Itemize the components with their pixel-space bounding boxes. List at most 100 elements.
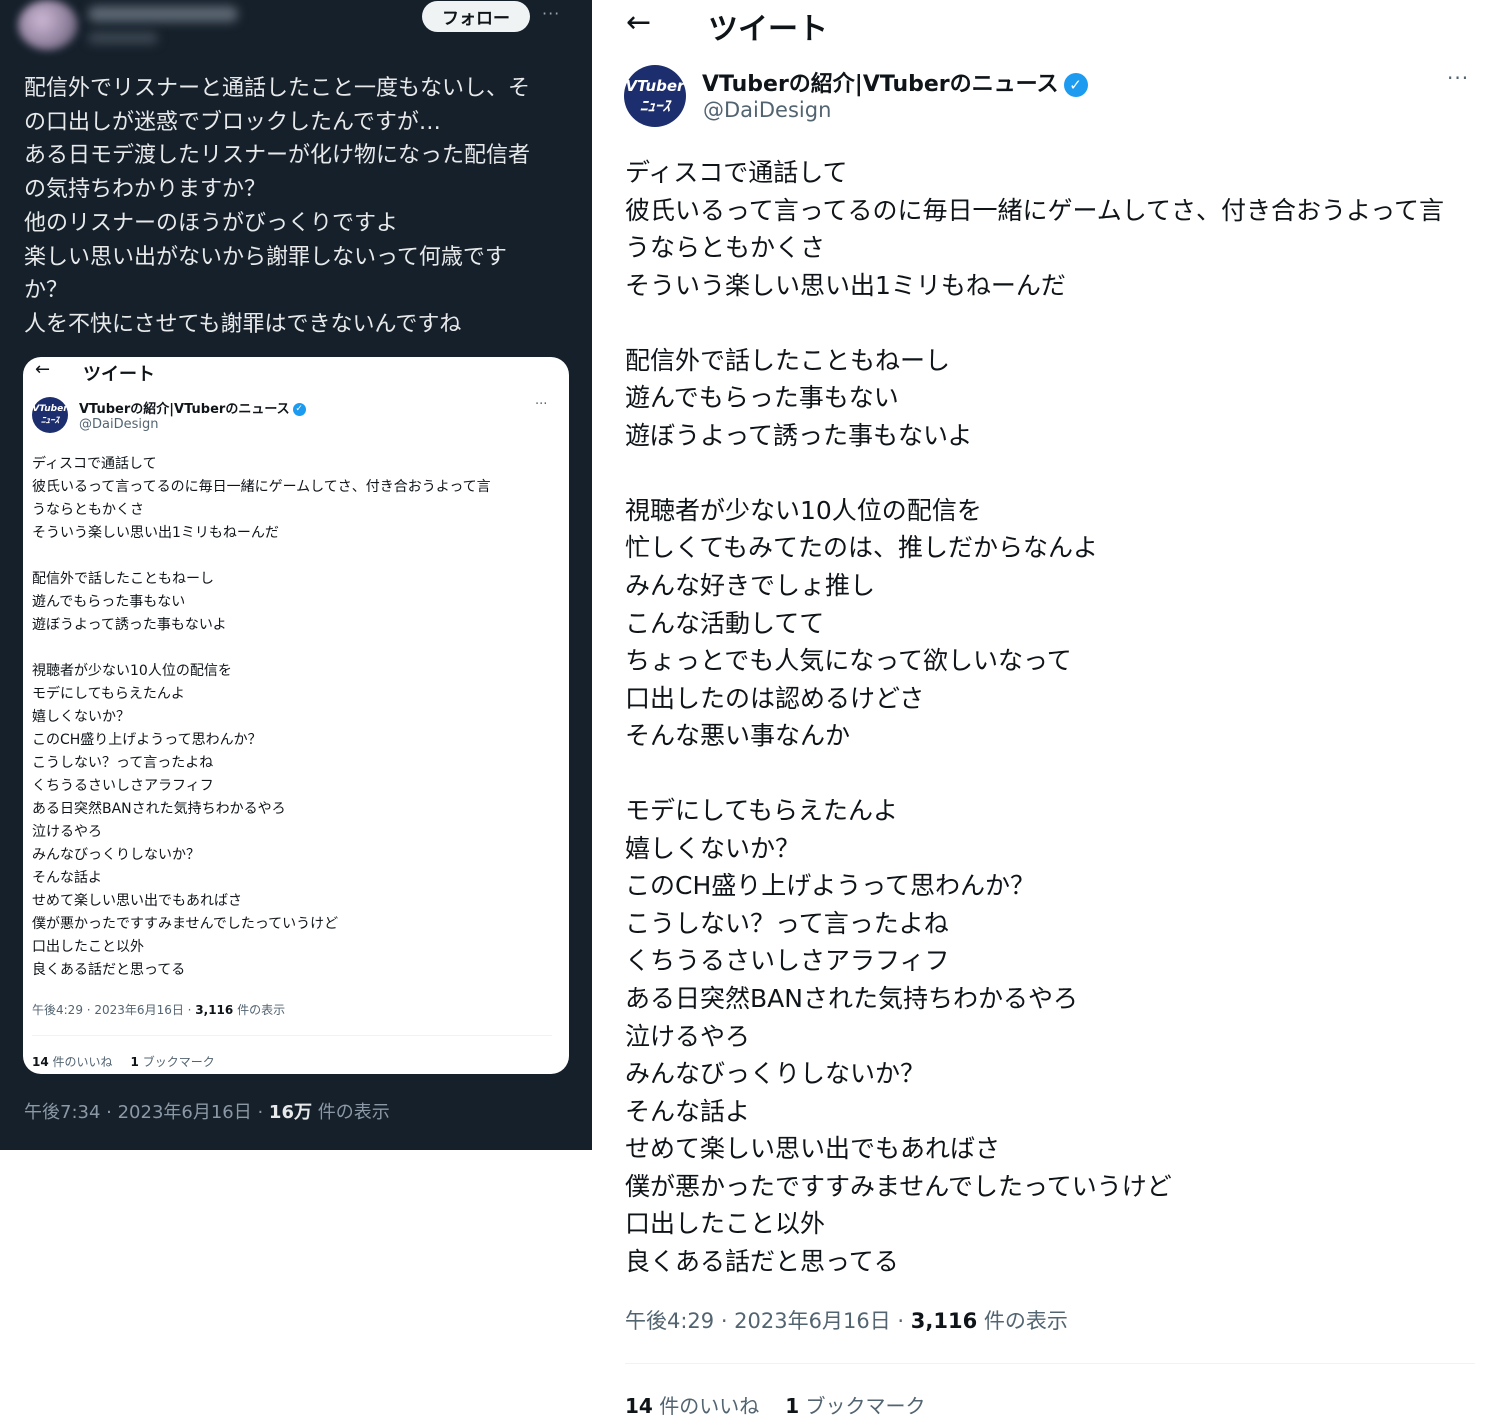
- tweet-line: 遊ぼうよって誘った事もないよ: [625, 420, 973, 450]
- likes-link[interactable]: 14 件のいいね: [625, 1394, 759, 1418]
- tweet-line: そういう楽しい思い出1ミリもねーんだ: [32, 525, 279, 541]
- timestamp-text: 午後7:34 · 2023年6月16日 ·: [24, 1102, 269, 1123]
- tweet-text-line: の口出しが迷惑でブロックしたんですが…: [24, 109, 441, 135]
- tweet-text-line: 配信外でリスナーと通話したこと一度もないし、そ: [24, 76, 531, 101]
- tweet-text-line: の気持ちわかりますか？: [24, 177, 267, 203]
- tweet-line: ある日突然BANされた気持ちわかるやろ: [32, 801, 286, 817]
- tweet-line: 良くある話だと思ってる: [625, 1246, 899, 1276]
- tweet-line: [32, 545, 562, 568]
- tweet-line: 彼氏いるって言ってるのに毎日一緒にゲームしてさ、付き合おうよって言: [625, 195, 1445, 225]
- bookmarks-label: ブックマーク: [799, 1394, 926, 1418]
- likes-label: 件のいいね: [48, 1055, 113, 1069]
- bookmarks-link[interactable]: 1 ブックマーク: [785, 1394, 925, 1418]
- tweet-timestamp: 午後4:29 · 2023年6月16日 · 3,116 件の表示: [32, 1001, 285, 1018]
- timestamp-text: 午後4:29 · 2023年6月16日 ·: [32, 1003, 196, 1017]
- blurred-avatar[interactable]: [18, 0, 78, 50]
- follow-button[interactable]: フォロー: [422, 1, 530, 32]
- back-arrow-icon: ←: [35, 359, 51, 380]
- tweet-line: 泣けるやろ: [32, 824, 102, 840]
- view-count-label: 件の表示: [233, 1003, 286, 1017]
- tweet-line: ディスコで通話して: [625, 158, 848, 187]
- view-count: 16万: [268, 1102, 312, 1123]
- tweet-line: くちうるさいしさアラフィフ: [32, 778, 214, 794]
- tweet-line: こんな活動してて: [625, 608, 825, 638]
- tweet-line: ある日突然BANされた気持ちわかるやろ: [625, 984, 1078, 1014]
- likes-label: 件のいいね: [652, 1394, 760, 1418]
- tweet-line: 遊ぼうよって誘った事もないよ: [32, 617, 227, 633]
- tweet-line: [625, 454, 1485, 492]
- embedded-tweet-body: ディスコで通話して 彼氏いるって言ってるのに毎日一緒にゲームしてさ、付き合おうよ…: [32, 453, 562, 982]
- tweet-line: 遊んでもらった事もない: [625, 383, 899, 413]
- blurred-display-name: [88, 6, 238, 22]
- more-options-icon[interactable]: ···: [1447, 66, 1469, 90]
- bookmarks-count: 1: [785, 1394, 800, 1418]
- likes-count: 14: [625, 1394, 653, 1418]
- engagement-stats: 14 件のいいね 1 ブックマーク: [32, 1053, 215, 1070]
- tweet-line: くちうるさいしさアラフィフ: [625, 946, 950, 976]
- tweet-line: 配信外で話したこともねーし: [32, 571, 214, 587]
- tweet-line: うならともかくさ: [625, 233, 826, 263]
- tweet-text-line: 他のリスナーのほうがびっくりですよ: [24, 210, 399, 236]
- verified-badge-icon: ✓: [1063, 73, 1088, 97]
- back-arrow-icon[interactable]: ←: [626, 5, 651, 40]
- tweet-line: 忙しくてもみてたのは、推しだからなんよ: [625, 533, 1099, 563]
- avatar-logo-text: ﾆｭｰｽ: [40, 416, 59, 426]
- view-count: 3,116: [910, 1309, 978, 1333]
- tweet-line: 口出したこと以外: [625, 1209, 826, 1239]
- display-name: VTuberの紹介|VTuberのニュース ✓: [79, 398, 306, 417]
- tweet-line: みんなびっくりしないか？: [32, 847, 200, 863]
- tweet-timestamp[interactable]: 午後4:29 · 2023年6月16日 · 3,116 件の表示: [625, 1305, 1068, 1335]
- display-name-text: VTuberの紹介|VTuberのニュース: [79, 402, 290, 417]
- display-name-text: VTuberの紹介|VTuberのニュース: [702, 72, 1059, 97]
- view-count-label: 件の表示: [977, 1309, 1068, 1333]
- tweet-line: こうしない？って言ったよね: [625, 908, 949, 938]
- avatar-logo-text: VTuber: [32, 404, 68, 414]
- view-count: 3,116: [195, 1003, 234, 1017]
- tweet-line: モデにしてもらえたんよ: [32, 686, 185, 702]
- tweet-line: 口出したこと以外: [32, 939, 144, 955]
- tweet-line: 配信外で話したこともねーし: [625, 345, 951, 375]
- tweet-line: そんな悪い事なんか: [625, 721, 851, 751]
- header-title: ツイート: [83, 364, 155, 385]
- divider: [625, 1363, 1475, 1364]
- tweet-line: せめて楽しい思い出でもあればさ: [32, 893, 242, 909]
- tweet-line: このCH盛り上げようって思わんか？: [625, 871, 1036, 901]
- engagement-stats: 14 件のいいね 1 ブックマーク: [625, 1390, 925, 1419]
- likes-count: 14: [32, 1055, 49, 1069]
- user-handle[interactable]: @DaiDesign: [703, 98, 831, 122]
- tweet-line: このCH盛り上げようって思わんか？: [32, 732, 262, 748]
- divider: [32, 1035, 552, 1036]
- tweet-line: 僕が悪かったですすみませんでしたっていうけど: [625, 1171, 1172, 1201]
- tweet-line: 嬉しくないか？: [32, 709, 130, 725]
- header-title: ツイート: [708, 12, 828, 47]
- tweet-line: 口出したのは認めるけどさ: [625, 683, 925, 713]
- tweet-line: そんな話よ: [32, 870, 102, 886]
- tweet-line: せめて楽しい思い出でもあればさ: [625, 1134, 1001, 1164]
- avatar[interactable]: VTuber ﾆｭｰｽ: [624, 65, 686, 127]
- tweet-line: [625, 304, 1485, 342]
- embedded-tweet-screenshot[interactable]: ← ツイート VTuber ﾆｭｰｽ VTuberの紹介|VTuberのニュース…: [23, 357, 569, 1074]
- tweet-line: 視聴者が少ない10人位の配信を: [625, 495, 982, 525]
- tweet-line: みんなびっくりしないか？: [625, 1059, 926, 1089]
- bookmarks-count: 1: [130, 1055, 139, 1069]
- tweet-text-line: か？: [24, 278, 69, 304]
- tweet-text-line: 人を不快にさせても謝罪はできないんですね: [24, 311, 462, 337]
- more-options-icon[interactable]: ···: [542, 4, 560, 23]
- tweet-line: [32, 637, 562, 660]
- display-name[interactable]: VTuberの紹介|VTuberのニュース ✓: [702, 66, 1088, 98]
- bookmarks-label: ブックマーク: [138, 1055, 215, 1069]
- tweet-text-line: 楽しい思い出がないから謝罪しないって何歳です: [24, 244, 507, 270]
- tweet-body: ディスコで通話して 彼氏いるって言ってるのに毎日一緒にゲームしてさ、付き合おうよ…: [625, 154, 1485, 1280]
- tweet-line: そんな話よ: [625, 1096, 751, 1126]
- timestamp-text: 午後4:29 · 2023年6月16日 ·: [625, 1309, 911, 1333]
- tweet-line: ディスコで通話して: [32, 456, 157, 472]
- blurred-handle: [88, 32, 158, 44]
- tweet-line: 視聴者が少ない10人位の配信を: [32, 663, 232, 679]
- tweet-line: そういう楽しい思い出1ミリもねーんだ: [625, 270, 1066, 300]
- tweet-line: 僕が悪かったですすみませんでしたっていうけど: [32, 916, 339, 932]
- tweet-line: 泣けるやろ: [625, 1021, 751, 1051]
- tweet-line: うならともかくさ: [32, 502, 144, 518]
- avatar-logo-text: VTuber: [625, 77, 685, 95]
- tweet-text: 配信外でリスナーと通話したこと一度もないし、そ の口出しが迷惑でブロックしたんで…: [24, 72, 564, 342]
- tweet-line: ちょっとでも人気になって欲しいなって: [625, 646, 1072, 676]
